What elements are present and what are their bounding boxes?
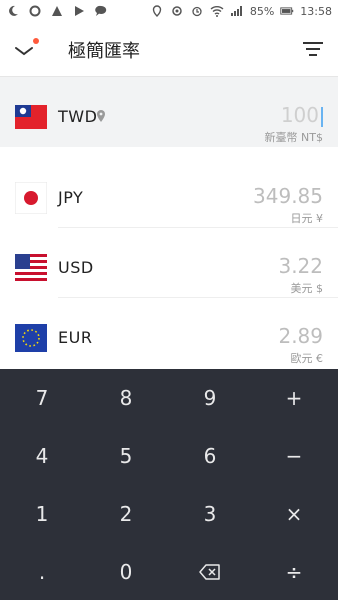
signal-icon xyxy=(230,4,244,18)
taiwan-flag-icon xyxy=(15,105,47,129)
collapse-button[interactable] xyxy=(12,36,42,62)
eu-flag-icon xyxy=(15,324,47,352)
battery-percent: 85% xyxy=(249,4,275,18)
backspace-button[interactable] xyxy=(168,543,252,601)
battery-icon xyxy=(280,4,294,18)
menu-icon xyxy=(303,42,323,56)
location-icon xyxy=(150,4,164,18)
backspace-icon xyxy=(199,564,220,580)
currency-row-jpy[interactable]: JPY 349.85 日元 ¥ xyxy=(0,158,338,228)
currency-code: EUR xyxy=(58,328,93,347)
sync-icon xyxy=(170,4,184,18)
key-8[interactable]: 8 xyxy=(84,369,168,427)
key-2[interactable]: 2 xyxy=(84,485,168,543)
currency-value: 349.85 xyxy=(253,184,323,208)
clock-time: 13:58 xyxy=(300,4,332,18)
key-plus[interactable]: + xyxy=(252,369,336,427)
play-store-icon xyxy=(72,4,86,18)
wifi-icon xyxy=(210,4,224,18)
currency-unit: 美元 $ xyxy=(290,282,324,295)
number-keypad: 7 8 9 + 4 5 6 − 1 2 3 × . 0 ÷ xyxy=(0,369,338,600)
status-notifications xyxy=(6,4,108,18)
moon-icon xyxy=(6,4,20,18)
key-0[interactable]: 0 xyxy=(84,543,168,601)
key-5[interactable]: 5 xyxy=(84,427,168,485)
key-1[interactable]: 1 xyxy=(0,485,84,543)
usa-flag-icon xyxy=(15,254,47,282)
currency-code: USD xyxy=(58,258,94,277)
currency-unit: 日元 ¥ xyxy=(290,212,324,225)
currency-value: 3.22 xyxy=(278,254,323,278)
currency-value: 2.89 xyxy=(278,324,323,348)
currency-row-eur[interactable]: EUR 2.89 歐元 € xyxy=(0,298,338,368)
key-divide[interactable]: ÷ xyxy=(252,543,336,601)
currency-row-twd[interactable]: TWD 100 新臺幣 NT$ xyxy=(0,77,338,147)
currency-unit: 歐元 € xyxy=(290,352,324,365)
key-9[interactable]: 9 xyxy=(168,369,252,427)
japan-flag-icon xyxy=(15,182,47,214)
chevron-down-icon xyxy=(15,38,39,56)
currency-value-text: 100 xyxy=(280,103,319,127)
key-multiply[interactable]: × xyxy=(252,485,336,543)
key-minus[interactable]: − xyxy=(252,427,336,485)
currency-row-usd[interactable]: USD 3.22 美元 $ xyxy=(0,228,338,298)
currency-code: JPY xyxy=(58,188,84,207)
key-4[interactable]: 4 xyxy=(0,427,84,485)
key-6[interactable]: 6 xyxy=(168,427,252,485)
currency-value-input[interactable]: 100 xyxy=(281,103,323,127)
text-caret xyxy=(321,106,323,127)
alarm-icon xyxy=(190,4,204,18)
sort-menu-button[interactable] xyxy=(302,40,324,58)
key-3[interactable]: 3 xyxy=(168,485,252,543)
key-7[interactable]: 7 xyxy=(0,369,84,427)
chat-bubble-icon xyxy=(94,4,108,18)
status-bar: 85% 13:58 xyxy=(0,0,338,24)
location-pin-icon xyxy=(97,110,105,122)
status-system: 85% 13:58 xyxy=(150,4,332,18)
currency-code: TWD xyxy=(58,107,98,126)
app-title: 極簡匯率 xyxy=(68,41,140,62)
app-bar: 極簡匯率 xyxy=(0,24,338,77)
triangle-icon xyxy=(50,4,64,18)
circle-icon xyxy=(28,4,42,18)
key-decimal[interactable]: . xyxy=(0,543,84,601)
currency-unit: 新臺幣 NT$ xyxy=(264,131,323,144)
